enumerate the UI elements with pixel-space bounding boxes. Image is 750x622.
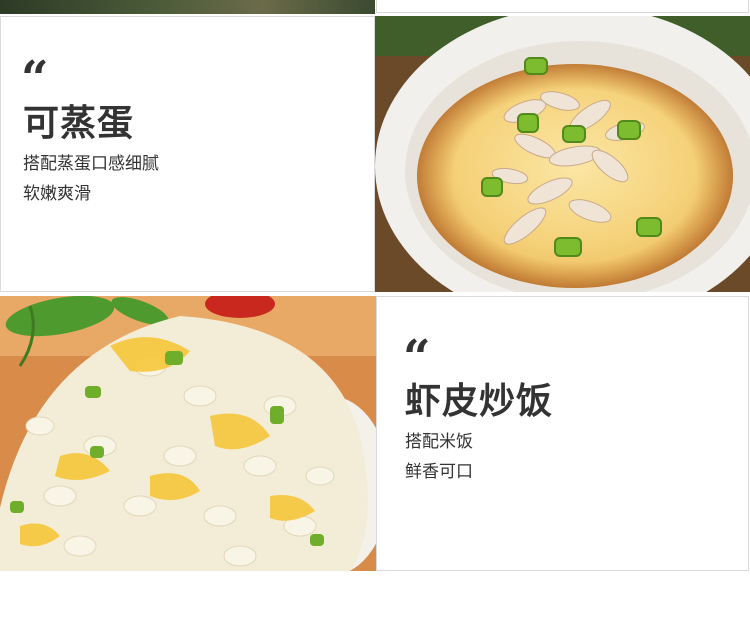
section-title: 虾皮炒饭 [405,381,554,422]
steamed-egg-photo [375,16,750,292]
steamed-egg-card: “ 可蒸蛋 搭配蒸蛋口感细腻 软嫩爽滑 [0,16,375,292]
section-description: 搭配蒸蛋口感细腻 软嫩爽滑 [23,149,159,209]
description-line: 软嫩爽滑 [23,184,91,204]
fried-rice-card: “ 虾皮炒饭 搭配米饭 鲜香可口 [376,296,749,571]
description-line: 搭配蒸蛋口感细腻 [23,154,159,174]
description-line: 鲜香可口 [405,462,473,482]
top-photo-edge [0,0,375,14]
section-description: 搭配米饭 鲜香可口 [405,427,473,487]
top-card-edge [376,0,749,13]
fried-rice-photo [0,296,376,571]
description-line: 搭配米饭 [405,432,473,452]
section-title: 可蒸蛋 [23,103,135,144]
